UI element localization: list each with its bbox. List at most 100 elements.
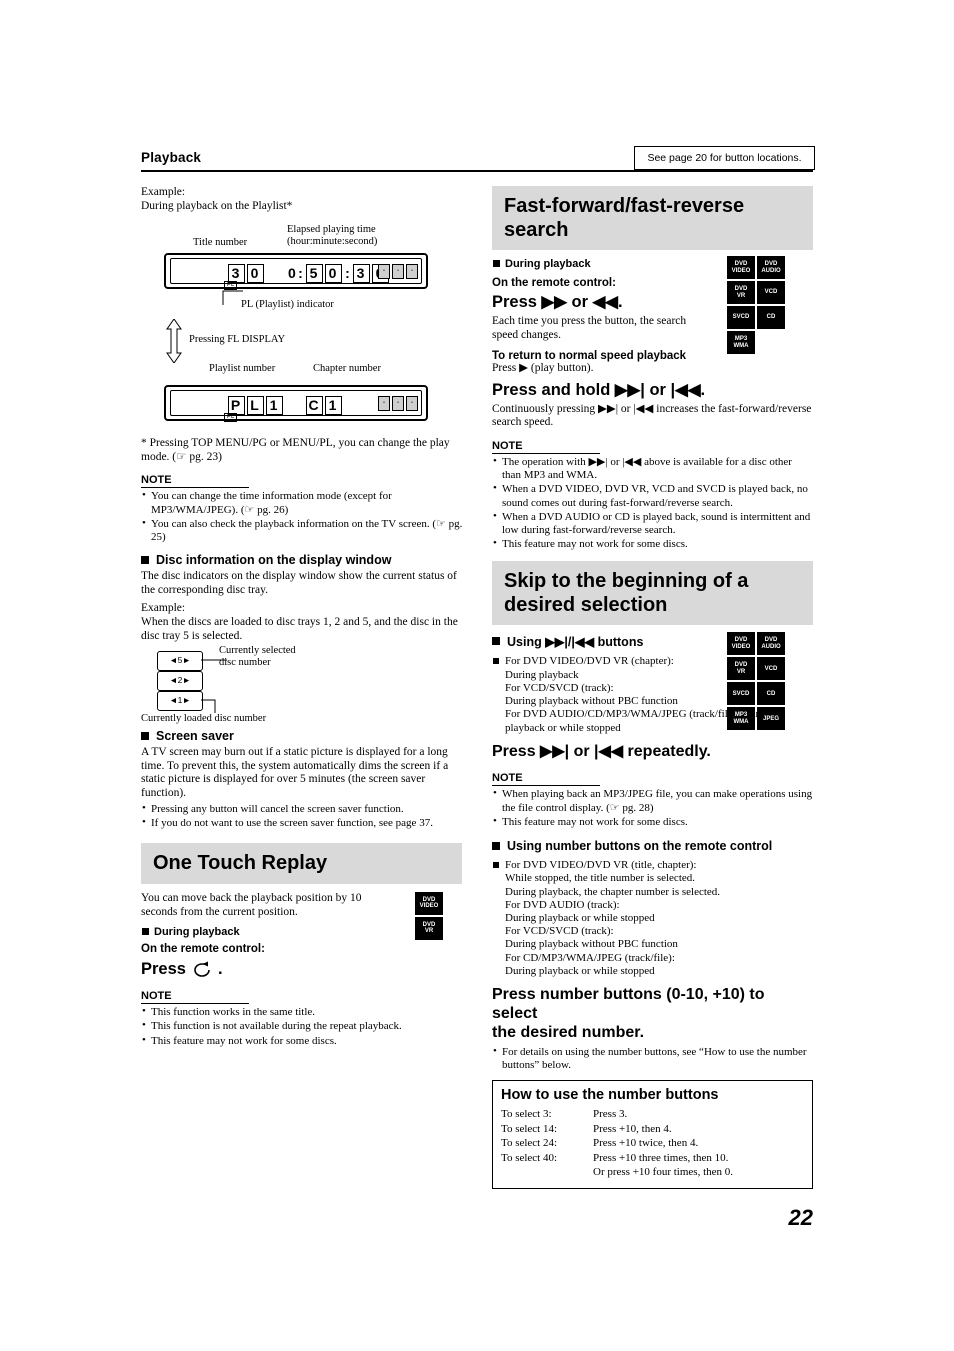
table-row: To select 24: Press +10 twice, then 4. (501, 1137, 733, 1151)
seg-time-m2: 0 (325, 264, 342, 284)
number-buttons-head: Using number buttons on the remote contr… (492, 839, 813, 853)
seg-time-m1: 5 (306, 264, 323, 284)
tray-slot-5: ◄5► (157, 651, 203, 672)
seg-time-s1: 3 (353, 264, 370, 284)
skip-item-1-sub: During playback (505, 668, 579, 681)
callout-currently-loaded: Currently loaded disc number (141, 713, 267, 725)
format-chip: DVD VIDEO (727, 256, 755, 279)
footnote: * Pressing TOP MENU/PG or MENU/PL, you c… (141, 437, 450, 463)
howto-title: How to use the number buttons (501, 1087, 719, 1104)
disc-tray-graphic: ◄5► ◄2► ◄1► Currently selected disc numb… (141, 645, 471, 727)
note-list-1: You can change the time information mode… (141, 489, 471, 544)
ff-press: Press ▶▶ or ◀◀. (492, 293, 623, 311)
num-item-1: For DVD VIDEO/DVD VR (title, chapter): (492, 859, 813, 872)
format-chip: VCD (757, 281, 785, 304)
num-item-4: For CD/MP3/WMA/JPEG (track/file): (505, 951, 675, 964)
note-item: When a DVD VIDEO, DVD VR, VCD and SVCD i… (492, 482, 813, 509)
callout-elapsed-1: Elapsed playing time (287, 224, 376, 236)
callout-currently-selected-1: Currently selected (219, 645, 296, 657)
disc-example-label: Example: (141, 602, 186, 615)
howto-val: Or press +10 four times, then 0. (593, 1166, 734, 1179)
callout-title-number: Title number (193, 237, 248, 249)
left-column: Example: During playback on the Playlist… (141, 186, 471, 1049)
num-item-3: For VCD/SVCD (track): (505, 925, 614, 938)
format-chip: MP3 WMA (727, 331, 755, 354)
format-chip: DVD VIDEO (415, 891, 443, 915)
format-chip: JPEG (757, 707, 785, 731)
disc-indicator-icons: • • • (378, 264, 418, 280)
num-item-1b: During playback, the chapter number is s… (505, 885, 721, 898)
num-bullets: For details on using the number buttons,… (492, 1045, 813, 1072)
display-window-2: PL1 C1 PL • • • (164, 385, 471, 433)
note-item: When playing back an MP3/JPEG file, you … (492, 787, 813, 814)
callout-elapsed-2: (hour:minute:second) (287, 236, 378, 248)
howto-key: To select 14: (501, 1122, 558, 1135)
tray-slot-1: ◄1► (157, 691, 203, 712)
howto-key: To select 40: (501, 1151, 558, 1164)
num-item-2a: During playback or while stopped (505, 912, 655, 925)
format-chip: DVD AUDIO (757, 256, 785, 279)
callout-pressing-fl: Pressing FL DISPLAY (189, 334, 286, 346)
up-down-arrow-icon (166, 319, 182, 364)
format-chip: CD (757, 306, 785, 329)
fl-display-row: Pressing FL DISPLAY (141, 319, 471, 364)
format-chip: DVD VR (727, 657, 755, 681)
skip-title-line1: Skip to the beginning of a (504, 570, 749, 593)
display1-callouts: Title number Elapsed playing time (hour:… (141, 219, 471, 253)
example-line: During playback on the Playlist* (141, 199, 293, 212)
disc-example-body: When the discs are loaded to disc trays … (141, 615, 458, 642)
seg-pl-l: L (247, 396, 264, 416)
one-touch-on-remote: On the remote control: (141, 943, 265, 956)
note-label-ff: NOTE (492, 440, 600, 454)
note-item: This function is not available during th… (141, 1019, 471, 1033)
seg-time-h: 0 (288, 265, 298, 282)
howto-table: To select 3: Press 3. To select 14: Pres… (501, 1108, 733, 1180)
callout-playlist-number: Playlist number (209, 363, 276, 375)
note-item: This feature may not work for some discs… (141, 1034, 471, 1048)
format-chip: DVD VIDEO (727, 632, 755, 656)
format-chip: DVD AUDIO (757, 632, 785, 656)
press-period: . (217, 960, 223, 979)
note-item: For details on using the number buttons,… (492, 1045, 813, 1072)
table-row: To select 14: Press +10, then 4. (501, 1123, 733, 1137)
pl-leader-line (222, 290, 243, 306)
tray-slot-2: ◄2► (157, 671, 203, 692)
display-window-1: 30 0:50:30 PL ••• (164, 253, 471, 299)
format-chip: SVCD (727, 682, 755, 706)
replay-10-icon (194, 961, 210, 977)
callout-pl-indicator: PL (Playlist) indicator (241, 299, 334, 311)
skip-item-2: For VCD/SVCD (track): (505, 682, 614, 694)
howto-key: To select 24: (501, 1137, 558, 1150)
note-item: When a DVD AUDIO or CD is played back, s… (492, 510, 813, 537)
ff-press-hold-body: Continuously pressing ▶▶| or |◀◀ increas… (492, 402, 812, 429)
format-chip: DVD VR (727, 281, 755, 304)
num-item-2: For DVD AUDIO (track): (505, 898, 620, 911)
howto-val: Press 3. (593, 1108, 628, 1121)
section-title-one-touch-replay: One Touch Replay (141, 842, 462, 884)
ff-title-line1: Fast-forward/fast-reverse (504, 195, 745, 217)
format-chip: SVCD (727, 306, 755, 329)
header-rule (141, 170, 813, 172)
note-label-skip: NOTE (492, 772, 600, 787)
skip-item-1: For DVD VIDEO/DVD VR (chapter): (492, 655, 714, 668)
example-label: Example: (141, 186, 186, 198)
num-press-line1: Press number buttons (0-10, +10) to sele… (492, 986, 765, 1023)
format-chip: VCD (757, 657, 785, 681)
pl-indicator-2: PL (224, 413, 238, 423)
skip-title-line2: desired selection (504, 594, 668, 617)
screen-saver-body: A TV screen may burn out if a static pic… (141, 746, 449, 799)
seg-time-c1: : (298, 265, 305, 282)
ff-title-line2: search (504, 219, 569, 241)
format-chips-skip: DVD VIDEO DVD AUDIO DVD VR VCD SVCD CD MP3 W… (727, 632, 813, 731)
one-touch-during-playback: During playback (141, 926, 471, 938)
format-chip: MP3 WMA (727, 707, 755, 731)
callout-chapter-number: Chapter number (313, 363, 381, 375)
press-label: Press (141, 960, 186, 979)
note-item: This feature may not work for some discs… (492, 537, 813, 551)
format-chips-ff: DVD VIDEO DVD AUDIO DVD VR VCD SVCD CD MP3 W… (727, 256, 813, 354)
howto-val: Press +10 twice, then 4. (593, 1137, 699, 1150)
one-touch-body: You can move back the playback position … (141, 891, 362, 918)
num-item-4a: During playback or while stopped (505, 964, 655, 977)
skip-item-2-sub: During playback without PBC function (505, 695, 678, 708)
num-item-3a: During playback without PBC function (505, 938, 678, 951)
